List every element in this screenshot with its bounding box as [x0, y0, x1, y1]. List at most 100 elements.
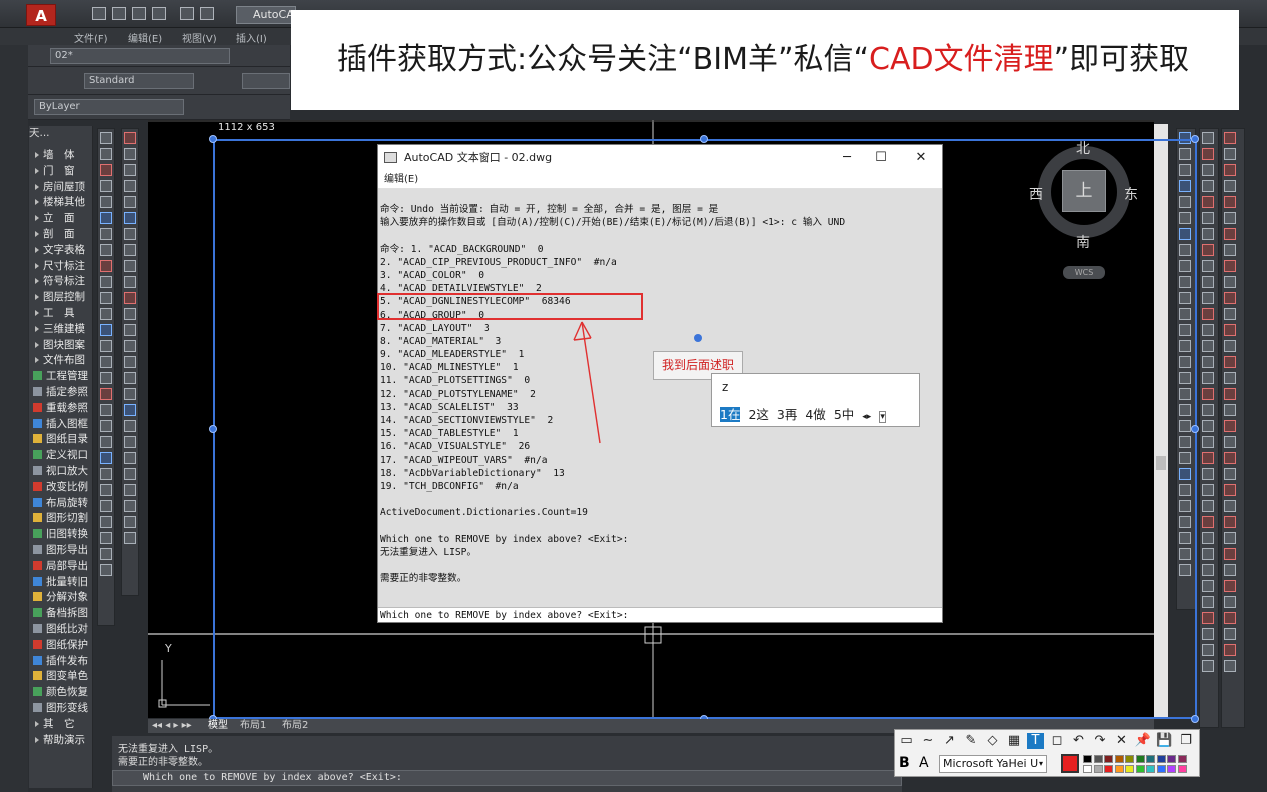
panel-item[interactable]: 尺寸标注 [29, 259, 93, 274]
panel-item[interactable]: 墙 体 [29, 148, 93, 163]
annotation-tool-icon[interactable]: ↶ [1070, 733, 1087, 749]
annotation-tool-icon[interactable]: ❐ [1178, 733, 1195, 749]
annotation-tool-icon[interactable]: ▦ [1006, 733, 1023, 749]
color-swatch[interactable] [1125, 755, 1134, 763]
annotation-tool-icon[interactable]: T [1027, 733, 1044, 749]
panel-item[interactable]: 剖 面 [29, 227, 93, 242]
color-swatch[interactable] [1114, 765, 1124, 773]
command-input[interactable]: Which one to REMOVE by index above? <Exi… [112, 770, 902, 786]
menu-file[interactable]: 文件(F) [74, 30, 108, 45]
document-tab[interactable]: AutoCAD [236, 6, 302, 24]
ime-candidate-4[interactable]: 4做 [805, 407, 825, 422]
text-window-titlebar[interactable]: AutoCAD 文本窗口 - 02.dwg ─ ☐ ✕ [378, 145, 942, 171]
annotation-tool-icon[interactable]: ▭ [898, 733, 915, 749]
color-swatch[interactable] [1167, 755, 1176, 763]
color-swatch[interactable] [1125, 765, 1134, 773]
ime-expand-icon[interactable]: ▾ [879, 411, 886, 423]
mtext-grip[interactable] [694, 334, 702, 342]
panel-item[interactable]: 图形切割 [29, 511, 93, 526]
annotation-tool-icon[interactable]: ∼ [920, 733, 937, 749]
annotation-tool-icon[interactable]: ↗ [941, 733, 958, 749]
panel-item[interactable]: 插件发布 [29, 654, 93, 669]
panel-item[interactable]: 定义视口 [29, 448, 93, 463]
tab-model[interactable]: 模型 [208, 719, 228, 733]
color-swatch[interactable] [1093, 755, 1103, 763]
panel-item[interactable]: 分解对象 [29, 590, 93, 605]
grip-top-mid[interactable] [700, 135, 708, 143]
panel-item[interactable]: 图形导出 [29, 543, 93, 558]
tab-layout1[interactable]: 布局1 [240, 719, 266, 733]
font-dropdown[interactable]: Microsoft YaHei U ▾ [939, 755, 1047, 773]
panel-item[interactable]: 改变比例 [29, 480, 93, 495]
color-swatch[interactable] [1114, 755, 1124, 763]
save-icon[interactable] [132, 7, 146, 20]
grip-top-left[interactable] [209, 135, 217, 143]
minimize-button[interactable]: ─ [830, 145, 864, 171]
annotation-tool-icon[interactable]: ✕ [1113, 733, 1130, 749]
annotation-tool-icon[interactable]: 📌 [1135, 733, 1152, 749]
undo-icon[interactable] [180, 7, 194, 20]
ime-candidate-5[interactable]: 5中 [834, 407, 854, 422]
dim-style-dropdown[interactable] [242, 73, 290, 89]
annotation-tool-icon[interactable]: 💾 [1156, 733, 1173, 749]
annotation-tool-icon[interactable]: ◇ [984, 733, 1001, 749]
panel-item[interactable]: 门 窗 [29, 164, 93, 179]
panel-item[interactable]: 文件布图 [29, 353, 93, 368]
panel-item[interactable]: 文字表格 [29, 243, 93, 258]
bold-button[interactable]: B [899, 755, 910, 771]
text-style-dropdown[interactable]: Standard [84, 73, 194, 89]
annotation-tool-icon[interactable]: ↷ [1092, 733, 1109, 749]
panel-item[interactable]: 其 它 [29, 717, 93, 732]
color-swatch[interactable] [1146, 755, 1155, 763]
color-swatch[interactable] [1177, 765, 1187, 773]
grip-mid-right[interactable] [1191, 425, 1199, 433]
ime-candidate-1[interactable]: 1在 [720, 407, 741, 422]
new-file-icon[interactable] [92, 7, 106, 20]
open-file-icon[interactable] [112, 7, 126, 20]
color-swatch[interactable] [1083, 755, 1092, 763]
color-swatch[interactable] [1177, 755, 1187, 763]
current-color-swatch[interactable] [1061, 754, 1079, 773]
panel-item[interactable]: 符号标注 [29, 274, 93, 289]
text-window-command-input[interactable]: Which one to REMOVE by index above? <Exi… [378, 607, 942, 622]
menu-insert[interactable]: 插入(I) [236, 30, 267, 45]
close-button[interactable]: ✕ [904, 145, 938, 171]
layer-name-dropdown[interactable]: ByLayer [34, 99, 184, 115]
panel-item[interactable]: 插定参照 [29, 385, 93, 400]
panel-item[interactable]: 图纸保护 [29, 638, 93, 653]
autocad-logo-icon[interactable]: A [26, 4, 56, 26]
color-swatch[interactable] [1083, 765, 1092, 773]
panel-item[interactable]: 备档拆图 [29, 606, 93, 621]
panel-item[interactable]: 布局旋转 [29, 496, 93, 511]
panel-item[interactable]: 视口放大 [29, 464, 93, 479]
panel-item[interactable]: 三维建模 [29, 322, 93, 337]
text-style-button[interactable]: A [919, 755, 929, 771]
panel-item[interactable]: 插入图框 [29, 417, 93, 432]
color-swatch[interactable] [1167, 765, 1176, 773]
redo-icon[interactable] [200, 7, 214, 20]
panel-item[interactable]: 图块图案 [29, 338, 93, 353]
color-swatch[interactable] [1104, 755, 1113, 763]
panel-item[interactable]: 工 具 [29, 306, 93, 321]
grip-bottom-right[interactable] [1191, 715, 1199, 723]
menu-view[interactable]: 视图(V) [182, 30, 217, 45]
panel-item[interactable]: 图纸目录 [29, 432, 93, 447]
annotation-tool-icon[interactable]: ◻ [1049, 733, 1066, 749]
panel-item[interactable]: 楼梯其他 [29, 195, 93, 210]
panel-item[interactable]: 帮助演示 [29, 733, 93, 748]
maximize-button[interactable]: ☐ [864, 145, 898, 171]
panel-item[interactable]: 图变单色 [29, 669, 93, 684]
menu-edit[interactable]: 编辑(E) [128, 30, 162, 45]
color-swatch[interactable] [1156, 765, 1166, 773]
panel-item[interactable]: 旧图转换 [29, 527, 93, 542]
layer-dropdown[interactable]: 02* [50, 48, 230, 64]
color-swatch[interactable] [1156, 755, 1166, 763]
panel-item[interactable]: 工程管理 [29, 369, 93, 384]
grip-top-right[interactable] [1191, 135, 1199, 143]
color-swatch[interactable] [1093, 765, 1103, 773]
panel-item[interactable]: 图形变线 [29, 701, 93, 716]
tab-nav-arrows-icon[interactable]: ◂◂ ◂ ▸ ▸▸ [152, 719, 192, 733]
panel-item[interactable]: 局部导出 [29, 559, 93, 574]
text-window-menu-edit[interactable]: 编辑(E) [378, 171, 942, 189]
tab-layout2[interactable]: 布局2 [282, 719, 308, 733]
